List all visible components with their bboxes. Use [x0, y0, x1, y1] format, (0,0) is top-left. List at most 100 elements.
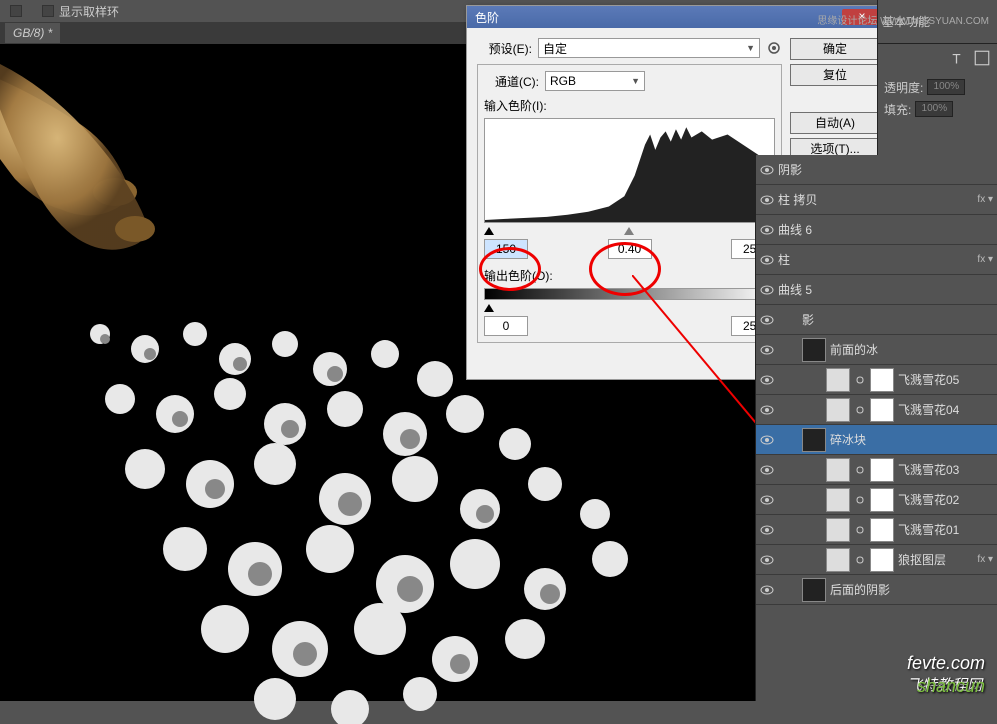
layer-name-label: 阴影 [778, 161, 993, 178]
canvas-image-content [0, 64, 220, 264]
visibility-icon[interactable] [760, 463, 774, 477]
mask-thumbnail [870, 518, 894, 542]
layer-row[interactable]: 后面的阴影 [756, 575, 997, 605]
watermark-line1: fevte.com [907, 653, 985, 674]
layer-name-label: 飞溅雪花03 [898, 461, 993, 478]
input-black-field[interactable]: 150 [484, 239, 528, 259]
fx-badge[interactable]: fx ▾ [977, 254, 993, 265]
box-tool-icon[interactable] [973, 49, 991, 67]
mask-thumbnail [870, 548, 894, 572]
mask-thumbnail [870, 488, 894, 512]
black-point-slider[interactable] [484, 227, 494, 235]
layer-name-label: 飞溅雪花02 [898, 491, 993, 508]
link-icon [854, 524, 866, 536]
layer-row[interactable]: 曲线 6 [756, 215, 997, 245]
gear-icon[interactable] [766, 40, 782, 56]
visibility-icon[interactable] [760, 343, 774, 357]
reset-button[interactable]: 复位 [790, 64, 880, 86]
layer-row[interactable]: 飞溅雪花02 [756, 485, 997, 515]
layer-row[interactable]: 狼抠图层 fx ▾ [756, 545, 997, 575]
dialog-title-text: 色阶 [475, 9, 499, 26]
document-tab[interactable]: GB/8) * [5, 23, 60, 43]
mask-thumbnail [870, 398, 894, 422]
input-levels-label: 输入色阶(I): [484, 97, 775, 114]
visibility-icon[interactable] [760, 583, 774, 597]
chevron-down-icon: ▼ [631, 76, 640, 86]
layer-thumbnail [826, 368, 850, 392]
layer-thumbnail [826, 548, 850, 572]
layer-name-label: 柱 [778, 251, 973, 268]
visibility-icon[interactable] [760, 253, 774, 267]
layer-name-label: 狼抠图层 [898, 551, 973, 568]
checkbox-option-1[interactable] [10, 5, 22, 17]
layer-row[interactable]: 碎冰块 [756, 425, 997, 455]
layer-thumbnail [802, 578, 826, 602]
layer-row[interactable]: 曲线 5 [756, 275, 997, 305]
preset-dropdown[interactable]: 自定 ▼ [538, 38, 760, 58]
link-icon [854, 494, 866, 506]
visibility-icon[interactable] [760, 493, 774, 507]
link-icon [854, 404, 866, 416]
sample-ring-checkbox[interactable]: 显示取样环 [42, 3, 119, 20]
layer-name-label: 飞溅雪花04 [898, 401, 993, 418]
output-slider[interactable] [484, 302, 775, 312]
layer-thumbnail [802, 338, 826, 362]
preset-value: 自定 [543, 40, 567, 57]
layer-row[interactable]: 影 [756, 305, 997, 335]
layer-name-label: 碎冰块 [830, 431, 993, 448]
text-tool-icon[interactable]: T [949, 49, 967, 67]
layer-row[interactable]: 柱 fx ▾ [756, 245, 997, 275]
visibility-icon[interactable] [760, 313, 774, 327]
checkbox-icon [42, 5, 54, 17]
layer-thumbnail [826, 398, 850, 422]
layer-name-label: 柱 拷贝 [778, 191, 973, 208]
channel-value: RGB [550, 74, 576, 88]
visibility-icon[interactable] [760, 403, 774, 417]
layer-thumbnail [826, 518, 850, 542]
layer-row[interactable]: 柱 拷贝 fx ▾ [756, 185, 997, 215]
opacity-label: 透明度: [884, 79, 923, 96]
output-gradient [484, 288, 775, 300]
layer-row[interactable]: 飞溅雪花05 [756, 365, 997, 395]
watermark-line3: shancun [917, 676, 985, 697]
output-black-field[interactable]: 0 [484, 316, 528, 336]
layer-name-label: 曲线 6 [778, 221, 993, 238]
output-black-slider[interactable] [484, 304, 494, 312]
layer-name-label: 影 [802, 311, 993, 328]
auto-button[interactable]: 自动(A) [790, 112, 880, 134]
layer-row[interactable]: 飞溅雪花04 [756, 395, 997, 425]
visibility-icon[interactable] [760, 433, 774, 447]
layers-panel: 阴影柱 拷贝 fx ▾ 曲线 6 柱 fx ▾ 曲线 5 影前面的冰飞溅雪花05 飞溅雪花04… [755, 155, 997, 701]
fx-badge[interactable]: fx ▾ [977, 194, 993, 205]
fx-badge[interactable]: fx ▾ [977, 554, 993, 565]
layer-row[interactable]: 前面的冰 [756, 335, 997, 365]
preset-label: 预设(E): [477, 40, 532, 57]
layer-row[interactable]: 阴影 [756, 155, 997, 185]
ok-button[interactable]: 确定 [790, 38, 880, 60]
layer-name-label: 飞溅雪花05 [898, 371, 993, 388]
input-gamma-field[interactable]: 0.40 [608, 239, 652, 259]
channel-dropdown[interactable]: RGB ▼ [545, 71, 645, 91]
svg-text:T: T [952, 52, 960, 67]
visibility-icon[interactable] [760, 373, 774, 387]
visibility-icon[interactable] [760, 553, 774, 567]
visibility-icon[interactable] [760, 523, 774, 537]
visibility-icon[interactable] [760, 163, 774, 177]
layer-row[interactable]: 飞溅雪花01 [756, 515, 997, 545]
input-slider[interactable] [484, 225, 775, 235]
gamma-slider[interactable] [624, 227, 634, 235]
mask-thumbnail [870, 458, 894, 482]
layer-name-label: 曲线 5 [778, 281, 993, 298]
layer-row[interactable]: 飞溅雪花03 [756, 455, 997, 485]
layer-name-label: 后面的阴影 [830, 581, 993, 598]
chevron-down-icon: ▼ [746, 43, 755, 53]
fill-value[interactable]: 100% [915, 101, 953, 117]
link-icon [854, 374, 866, 386]
visibility-icon[interactable] [760, 223, 774, 237]
opacity-value[interactable]: 100% [927, 79, 965, 95]
visibility-icon[interactable] [760, 283, 774, 297]
layer-name-label: 前面的冰 [830, 341, 993, 358]
fill-label: 填充: [884, 101, 911, 118]
visibility-icon[interactable] [760, 193, 774, 207]
watermark-top: 思缘设计论坛 WWW.MISSYUAN.COM [817, 12, 989, 27]
